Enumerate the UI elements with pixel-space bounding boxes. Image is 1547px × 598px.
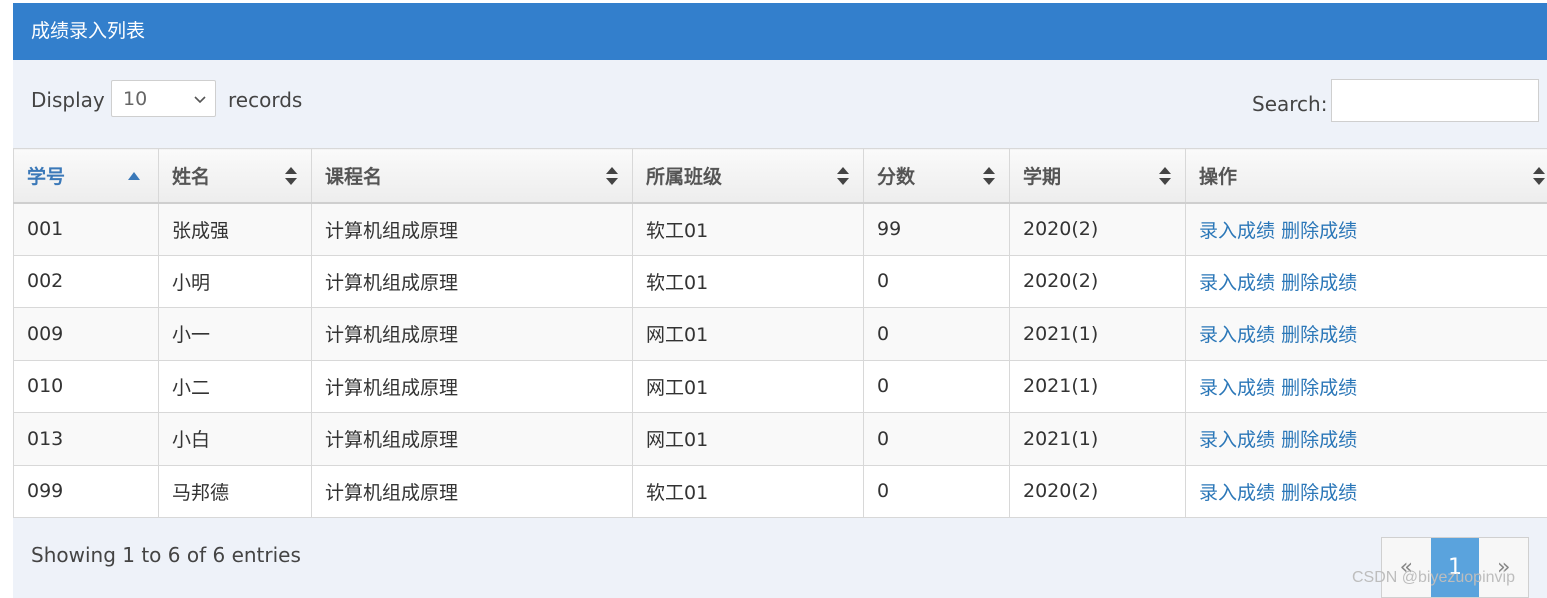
table-header-row: 学号 姓名 课程名 所属班级 分数 学期 操作 (13, 148, 1547, 204)
cell-class: 网工01 (632, 359, 864, 413)
cell-score: 0 (863, 254, 1010, 308)
cell-term: 2021(1) (1009, 412, 1186, 466)
enter-grade-link[interactable]: 录入成绩 (1199, 272, 1275, 294)
enter-grade-link[interactable]: 录入成绩 (1199, 220, 1275, 242)
cell-actions: 录入成绩 删除成绩 (1185, 307, 1547, 361)
sort-asc-icon (128, 172, 140, 180)
cell-score: 0 (863, 412, 1010, 466)
cell-actions: 录入成绩 删除成绩 (1185, 412, 1547, 466)
cell-class: 网工01 (632, 307, 864, 361)
cell-actions: 录入成绩 删除成绩 (1185, 254, 1547, 308)
search-label: Search: (1252, 92, 1328, 116)
chevron-down-icon (194, 96, 206, 104)
delete-grade-link[interactable]: 删除成绩 (1281, 324, 1357, 346)
sort-both-icon (285, 167, 297, 185)
cell-class: 软工01 (632, 202, 864, 256)
watermark: CSDN @biyezuopinvip (1352, 569, 1515, 586)
cell-score: 0 (863, 307, 1010, 361)
pager-prev-button[interactable]: « (1382, 538, 1431, 597)
enter-grade-link[interactable]: 录入成绩 (1199, 324, 1275, 346)
column-header-actions[interactable]: 操作 (1185, 148, 1547, 204)
column-header-student-id[interactable]: 学号 (13, 148, 159, 204)
cell-student-id: 001 (13, 202, 159, 256)
delete-grade-link[interactable]: 删除成绩 (1281, 377, 1357, 399)
cell-name: 小二 (158, 359, 312, 413)
search-input[interactable] (1331, 79, 1539, 122)
delete-grade-link[interactable]: 删除成绩 (1281, 272, 1357, 294)
cell-class: 软工01 (632, 254, 864, 308)
cell-name: 张成强 (158, 202, 312, 256)
cell-course: 计算机组成原理 (311, 254, 633, 308)
column-header-label: 所属班级 (646, 165, 723, 188)
table-row: 001 张成强 计算机组成原理 软工01 99 2020(2) 录入成绩 删除成… (13, 202, 1547, 256)
grades-table: 学号 姓名 课程名 所属班级 分数 学期 操作 001 张成强 计算机组成原理 … (13, 148, 1547, 518)
sort-both-icon (1533, 167, 1545, 185)
column-header-class[interactable]: 所属班级 (632, 148, 864, 204)
cell-course: 计算机组成原理 (311, 412, 633, 466)
table-controls: Display 10 records Search: (13, 60, 1547, 150)
page-length-select[interactable]: 10 (111, 80, 216, 117)
column-header-score[interactable]: 分数 (863, 148, 1010, 204)
pager-page-1[interactable]: 1 (1430, 538, 1480, 597)
cell-term: 2020(2) (1009, 464, 1186, 518)
column-header-label: 学期 (1023, 165, 1062, 188)
column-header-label: 学号 (27, 165, 66, 188)
column-header-name[interactable]: 姓名 (158, 148, 312, 204)
pagination: « 1 » (1381, 537, 1529, 598)
cell-term: 2021(1) (1009, 307, 1186, 361)
cell-class: 网工01 (632, 412, 864, 466)
enter-grade-link[interactable]: 录入成绩 (1199, 377, 1275, 399)
table-info: Showing 1 to 6 of 6 entries (31, 543, 301, 567)
cell-student-id: 010 (13, 359, 159, 413)
cell-actions: 录入成绩 删除成绩 (1185, 359, 1547, 413)
column-header-label: 操作 (1199, 165, 1238, 188)
column-header-label: 姓名 (172, 165, 211, 188)
cell-course: 计算机组成原理 (311, 202, 633, 256)
cell-class: 软工01 (632, 464, 864, 518)
cell-actions: 录入成绩 删除成绩 (1185, 464, 1547, 518)
cell-student-id: 013 (13, 412, 159, 466)
delete-grade-link[interactable]: 删除成绩 (1281, 482, 1357, 504)
cell-student-id: 009 (13, 307, 159, 361)
cell-term: 2020(2) (1009, 202, 1186, 256)
cell-name: 小明 (158, 254, 312, 308)
cell-term: 2021(1) (1009, 359, 1186, 413)
enter-grade-link[interactable]: 录入成绩 (1199, 482, 1275, 504)
column-header-course[interactable]: 课程名 (311, 148, 633, 204)
panel-title: 成绩录入列表 (13, 3, 1547, 60)
table-row: 010 小二 计算机组成原理 网工01 0 2021(1) 录入成绩 删除成绩 (13, 359, 1547, 413)
cell-name: 小白 (158, 412, 312, 466)
page-length-value: 10 (123, 88, 148, 110)
cell-score: 0 (863, 359, 1010, 413)
cell-term: 2020(2) (1009, 254, 1186, 308)
sort-both-icon (1159, 167, 1171, 185)
cell-name: 小一 (158, 307, 312, 361)
sort-both-icon (983, 167, 995, 185)
table-row: 013 小白 计算机组成原理 网工01 0 2021(1) 录入成绩 删除成绩 (13, 412, 1547, 466)
table-row: 009 小一 计算机组成原理 网工01 0 2021(1) 录入成绩 删除成绩 (13, 307, 1547, 361)
cell-actions: 录入成绩 删除成绩 (1185, 202, 1547, 256)
column-header-term[interactable]: 学期 (1009, 148, 1186, 204)
sort-both-icon (606, 167, 618, 185)
cell-name: 马邦德 (158, 464, 312, 518)
enter-grade-link[interactable]: 录入成绩 (1199, 429, 1275, 451)
display-label: Display (31, 88, 105, 112)
cell-course: 计算机组成原理 (311, 359, 633, 413)
delete-grade-link[interactable]: 删除成绩 (1281, 429, 1357, 451)
delete-grade-link[interactable]: 删除成绩 (1281, 220, 1357, 242)
column-header-label: 分数 (877, 165, 916, 188)
cell-score: 99 (863, 202, 1010, 256)
grade-panel: 成绩录入列表 Display 10 records Search: 学号 姓名 (13, 3, 1547, 598)
cell-student-id: 002 (13, 254, 159, 308)
cell-course: 计算机组成原理 (311, 464, 633, 518)
records-label: records (228, 88, 303, 112)
cell-course: 计算机组成原理 (311, 307, 633, 361)
table-row: 099 马邦德 计算机组成原理 软工01 0 2020(2) 录入成绩 删除成绩 (13, 464, 1547, 518)
cell-score: 0 (863, 464, 1010, 518)
table-row: 002 小明 计算机组成原理 软工01 0 2020(2) 录入成绩 删除成绩 (13, 254, 1547, 308)
pager-next-button[interactable]: » (1479, 538, 1528, 597)
cell-student-id: 099 (13, 464, 159, 518)
column-header-label: 课程名 (325, 165, 383, 188)
sort-both-icon (837, 167, 849, 185)
